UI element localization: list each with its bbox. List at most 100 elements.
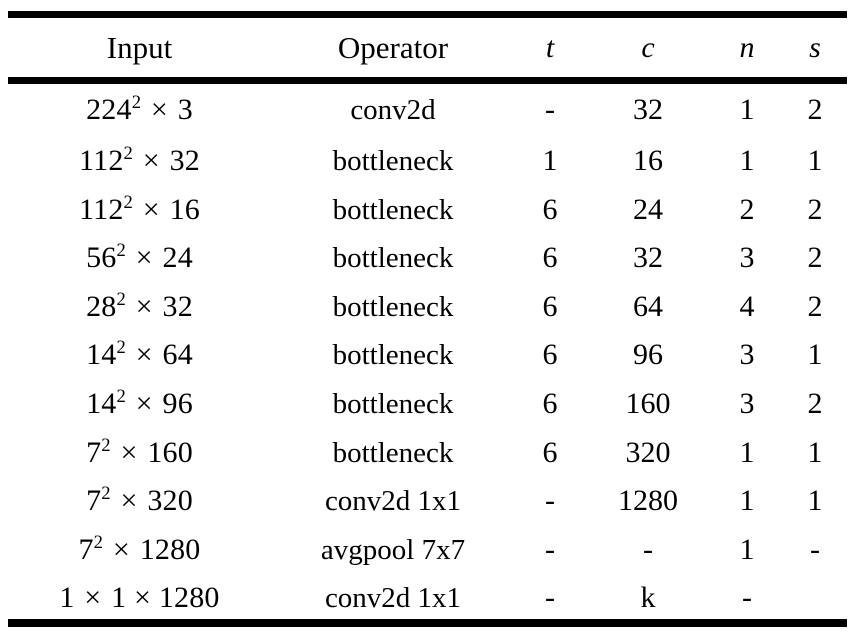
column-header-n: n: [739, 31, 755, 64]
input-multiplier: 1 × 1280: [111, 581, 220, 615]
cell-input: 142 × 64: [8, 331, 271, 380]
cell-operator: bottleneck: [332, 290, 454, 323]
input-base: 7: [86, 484, 102, 518]
cell-s: 2: [807, 289, 823, 323]
cell-n: 3: [739, 386, 755, 420]
input-base: 7: [78, 532, 94, 566]
times-symbol: ×: [143, 92, 176, 126]
times-symbol: ×: [127, 386, 161, 420]
input-multiplier: 64: [162, 338, 193, 372]
input-exponent: 2: [131, 91, 142, 113]
cell-c: k: [640, 581, 656, 615]
input-base: 112: [79, 192, 124, 226]
input-base: 7: [86, 435, 102, 469]
cell-n: 1: [739, 144, 755, 177]
times-symbol: ×: [112, 435, 146, 469]
cell-t: 6: [542, 386, 558, 420]
input-multiplier: 320: [147, 484, 193, 518]
table-row: 562 × 24 bottleneck 6 32 3 2: [8, 234, 847, 283]
cell-t: 6: [542, 338, 558, 372]
column-header-c: c: [641, 31, 655, 64]
cell-c: 32: [633, 92, 663, 126]
cell-input: 72 × 1280: [8, 526, 271, 575]
cell-s: 1: [807, 144, 823, 177]
cell-s: 2: [807, 192, 823, 226]
cell-n: 2: [739, 192, 755, 226]
cell-t: 1: [542, 144, 558, 177]
cell-t: 6: [542, 192, 558, 226]
cell-operator: bottleneck: [332, 242, 454, 275]
times-symbol: ×: [135, 144, 168, 177]
cell-operator: bottleneck: [332, 193, 454, 226]
cell-input: 1 × 1 × 1280: [8, 574, 271, 623]
cell-n: 1: [739, 532, 755, 566]
table-body: 2242 × 3 conv2d -32 1 2 1122 × 32 bottleneck 1 1…: [8, 77, 847, 623]
cell-input: 562 × 24: [8, 234, 271, 283]
cell-operator: bottleneck: [332, 145, 454, 177]
cell-input: 282 × 32: [8, 283, 271, 332]
input-exponent: 2: [123, 143, 134, 164]
table-row: 142 × 96 bottleneck 6 160 3 2: [8, 380, 847, 429]
cell-s: -: [810, 532, 820, 566]
input-multiplier: 32: [162, 289, 193, 323]
input-exponent: 2: [116, 240, 126, 262]
column-header-s: s: [809, 31, 821, 64]
input-exponent: 2: [123, 191, 134, 213]
times-symbol: ×: [105, 532, 138, 566]
table-header: Input Operator t c n s: [8, 18, 847, 77]
input-base: 112: [79, 144, 124, 177]
column-header-t: t: [545, 31, 555, 64]
cell-c: 320: [625, 435, 671, 469]
cell-input: 1122 × 32: [8, 137, 271, 186]
cell-s: 1: [807, 484, 823, 518]
cell-c: 16: [633, 144, 663, 177]
cell-c: 96: [633, 338, 663, 372]
table-row: 1 × 1 × 1280 conv2d 1x1 - k -: [8, 574, 847, 623]
cell-operator: conv2d 1x1: [324, 485, 462, 518]
table-row: 2242 × 3 conv2d -32 1 2: [8, 77, 847, 137]
cell-s: 2: [807, 92, 823, 126]
cell-t: 6: [542, 435, 558, 469]
input-base: 28: [86, 289, 117, 323]
cell-c: -: [643, 532, 653, 566]
input-multiplier: 160: [147, 435, 193, 469]
cell-n: -: [742, 581, 752, 615]
cell-n: 3: [739, 338, 755, 372]
cell-s: 1: [807, 435, 823, 469]
input-multiplier: 24: [162, 241, 193, 275]
cell-s: 2: [807, 241, 823, 275]
input-multiplier: 3: [177, 92, 193, 126]
input-multiplier: 96: [162, 386, 193, 420]
cell-input: 72 × 160: [8, 429, 271, 478]
header-row: Input Operator t c n s: [8, 18, 847, 77]
cell-t: 6: [542, 241, 558, 275]
cell-t: -: [545, 581, 555, 615]
cell-n: 1: [739, 92, 755, 126]
input-multiplier: 1280: [139, 532, 201, 566]
cell-t: -: [545, 92, 555, 126]
input-exponent: 2: [116, 288, 126, 310]
cell-n: 4: [739, 289, 755, 323]
architecture-table-figure: Input Operator t c n s 2242 × 3 conv2d -32…: [0, 0, 855, 637]
input-base: 224: [86, 92, 132, 126]
cell-n: 3: [739, 241, 755, 275]
cell-operator: conv2d: [350, 93, 436, 126]
cell-c: 32: [633, 241, 663, 275]
times-symbol: ×: [127, 241, 161, 275]
times-symbol: ×: [127, 289, 161, 323]
cell-operator: bottleneck: [332, 436, 454, 469]
table-row: 282 × 32 bottleneck 6 64 4 2: [8, 283, 847, 332]
input-exponent: 2: [116, 385, 126, 407]
cell-input: 1122 × 16: [8, 186, 271, 235]
cell-s: 1: [807, 338, 823, 372]
cell-input: 142 × 96: [8, 380, 271, 429]
times-symbol: ×: [127, 338, 161, 372]
input-exponent: 2: [101, 434, 111, 456]
cell-operator: conv2d 1x1: [324, 582, 462, 615]
cell-n: 1: [739, 435, 755, 469]
cell-operator: bottleneck: [332, 387, 454, 420]
cell-t: -: [545, 532, 555, 566]
cell-c: 64: [633, 289, 663, 323]
cell-t: 6: [542, 289, 558, 323]
input-multiplier: 32: [169, 144, 200, 177]
